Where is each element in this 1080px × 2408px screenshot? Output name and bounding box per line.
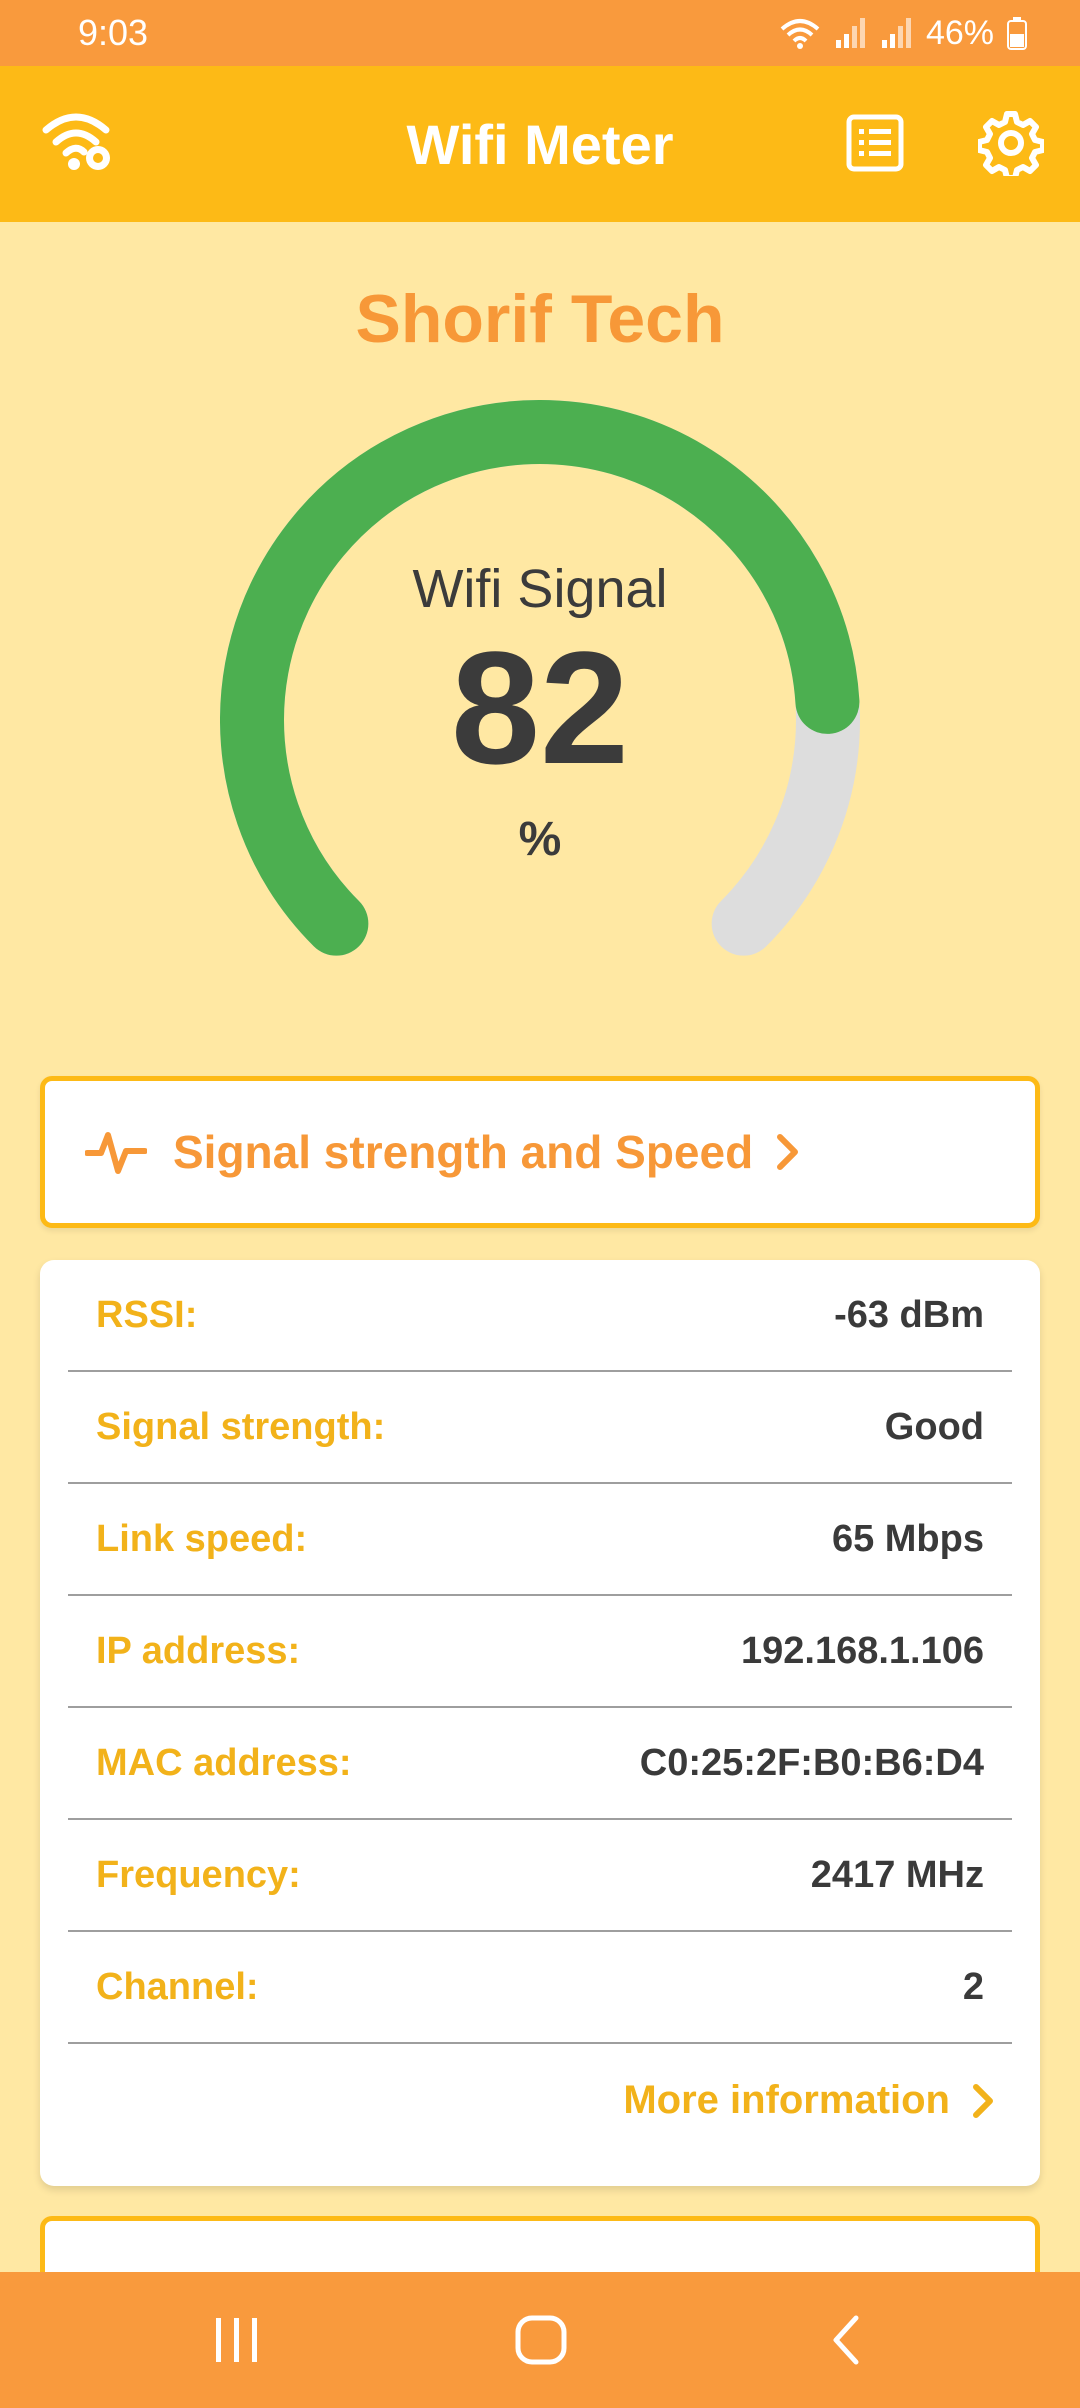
info-row-channel: Channel: 2 [68,1932,1012,2044]
info-row-frequency: Frequency: 2417 MHz [68,1820,1012,1932]
chevron-right-icon [973,2083,993,2118]
info-key: Signal strength: [96,1405,386,1448]
list-icon[interactable] [846,114,904,172]
info-value: 65 Mbps [831,1517,984,1560]
status-time: 9:03 [78,12,149,53]
info-key: Channel: [96,1965,259,2008]
more-information-button[interactable]: More information [623,2078,996,2123]
info-value: -63 dBm [834,1293,984,1336]
signal-strength-speed-label: Signal strength and Speed [173,1126,754,1178]
info-key: Frequency: [96,1853,301,1896]
chevron-right-icon [777,1134,799,1170]
back-icon[interactable] [826,2312,866,2368]
status-bar: 9:03 46% [0,0,1080,66]
status-icons: 46% [778,14,1028,53]
signal-icon [881,18,911,48]
info-row-ip-address: IP address: 192.168.1.106 [68,1596,1012,1708]
info-value: Good [884,1405,984,1448]
info-key: MAC address: [96,1741,352,1784]
info-row-signal-strength: Signal strength: Good [68,1372,1012,1484]
home-icon[interactable] [514,2312,568,2368]
info-value: 2 [962,1965,984,2008]
wifi-settings-icon[interactable] [40,106,116,176]
signal-strength-speed-button[interactable]: Signal strength and Speed [40,1076,1040,1228]
app-bar: Wifi Meter [0,66,1080,222]
brand-name: Shorif Tech [355,281,725,357]
info-key: Link speed: [96,1517,308,1560]
battery-icon [1007,17,1027,50]
wifi-status-icon [780,19,820,49]
info-key: RSSI: [96,1293,198,1336]
navigation-bar [0,2272,1080,2408]
info-value: 2417 MHz [810,1853,984,1896]
info-value: 192.168.1.106 [740,1629,984,1672]
gauge-value: 82 [451,618,629,797]
gauge-unit: % [518,813,562,866]
info-key: IP address: [96,1629,301,1672]
recents-icon[interactable] [212,2312,262,2368]
more-information-label: More information [623,2078,950,2122]
app-title: Wifi Meter [406,112,674,176]
info-row-mac-address: MAC address: C0:25:2F:B0:B6:D4 [68,1708,1012,1820]
info-row-rssi: RSSI: -63 dBm [68,1260,1012,1372]
signal-icon [835,18,865,48]
gear-icon[interactable] [978,110,1044,176]
gauge-label: Wifi Signal [412,559,668,619]
pulse-icon [85,1132,147,1174]
info-row-link-speed: Link speed: 65 Mbps [68,1484,1012,1596]
battery-percent: 46% [925,13,994,52]
info-value: C0:25:2F:B0:B6:D4 [639,1741,984,1784]
wifi-info-card: RSSI: -63 dBm Signal strength: Good Link… [40,1260,1040,2186]
